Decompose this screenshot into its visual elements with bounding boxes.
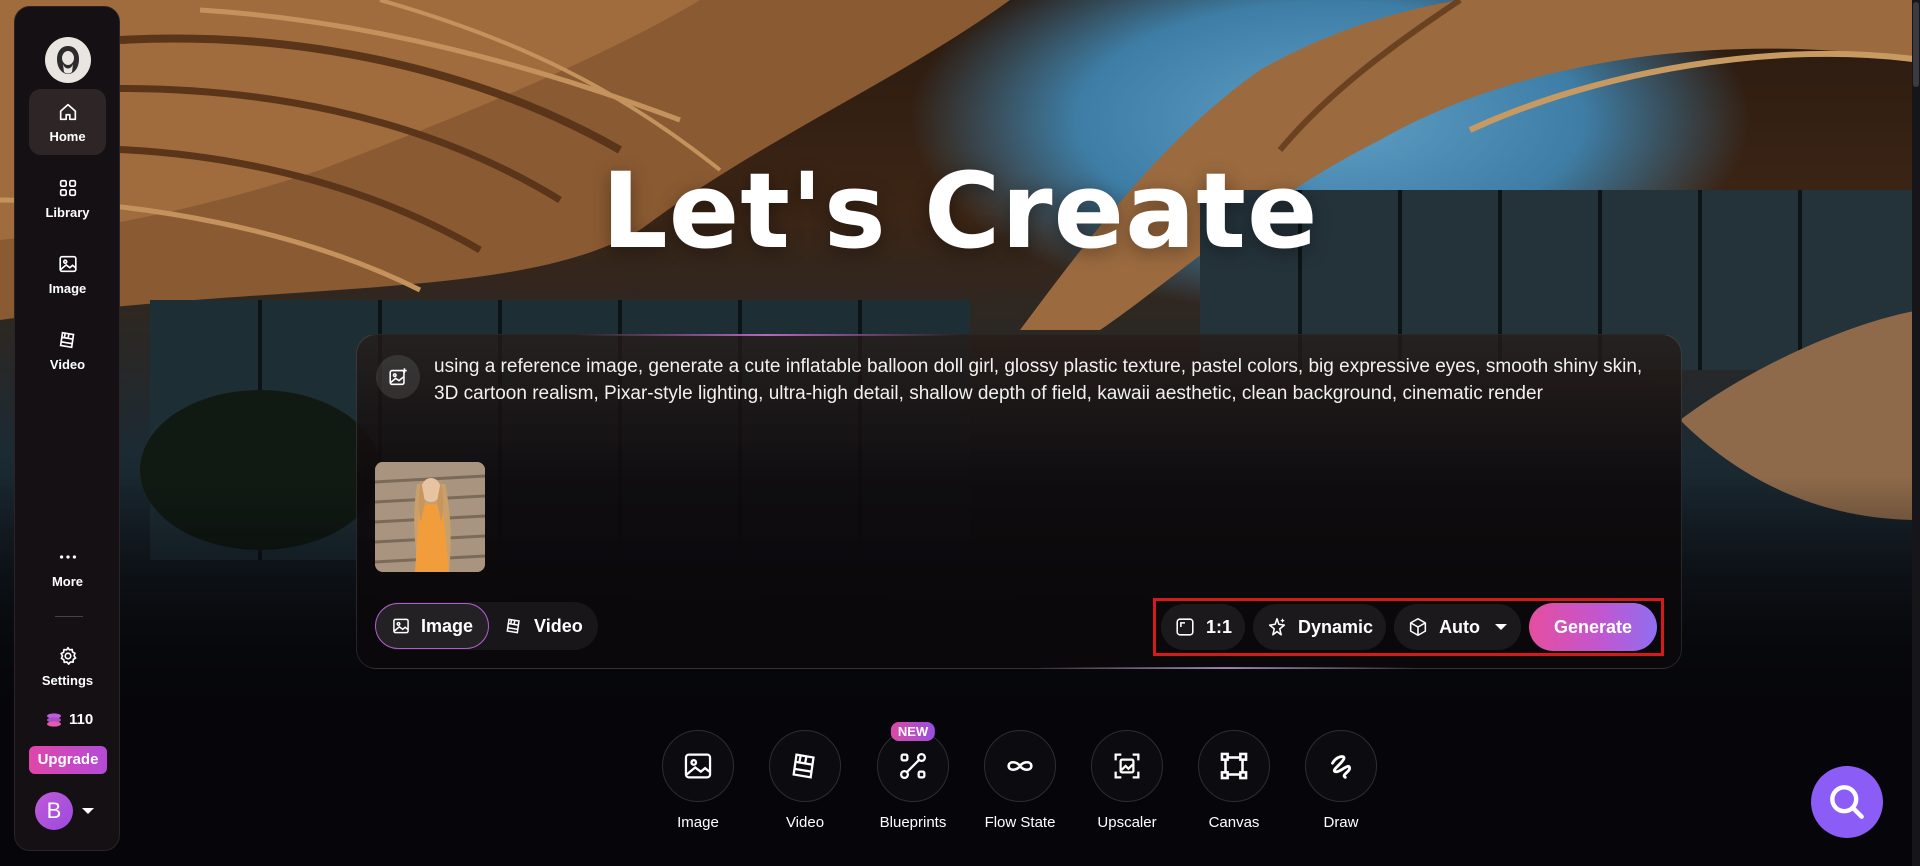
prompt-input[interactable]: using a reference image, generate a cute… [434, 353, 1664, 407]
sidebar-item-label: More [51, 573, 84, 589]
tool-video[interactable]: Video [750, 730, 860, 831]
sidebar-item-video[interactable]: Video [29, 317, 106, 383]
reference-image-thumbnail[interactable] [375, 462, 485, 572]
tool-flow-state-circle[interactable] [984, 730, 1056, 802]
caret-down-icon[interactable] [81, 806, 95, 816]
tool-label: Video [785, 814, 825, 831]
tool-label: Upscaler [1097, 814, 1157, 831]
page-scrollbar[interactable] [1912, 0, 1920, 866]
film-icon [59, 331, 74, 348]
search-fab-button[interactable] [1811, 766, 1883, 838]
image-icon [393, 618, 409, 634]
tool-label: Draw [1323, 814, 1359, 831]
composer-glow [577, 334, 957, 336]
sidebar-item-more[interactable]: More [29, 534, 106, 600]
tool-label: Blueprints [879, 814, 947, 831]
new-badge: NEW [890, 722, 936, 741]
style-button[interactable]: Dynamic [1253, 604, 1387, 650]
tool-label: Image [677, 814, 719, 831]
avatar[interactable]: B [35, 792, 73, 830]
blueprint-nodes-icon [899, 752, 927, 780]
tool-video-circle[interactable] [769, 730, 841, 802]
tool-draw[interactable]: Draw [1286, 730, 1396, 831]
wizard-logo-icon [49, 41, 87, 79]
credits-count: 110 [69, 711, 94, 728]
mode-video-label: Video [534, 615, 583, 636]
caret-down-icon [1495, 624, 1508, 630]
film-icon [506, 618, 520, 634]
film-icon [792, 753, 815, 779]
search-icon [1830, 785, 1864, 819]
aspect-ratio-icon [1176, 618, 1194, 636]
tool-draw-circle[interactable] [1305, 730, 1377, 802]
mode-image-button[interactable]: Image [375, 603, 490, 649]
sidebar-item-label: Image [48, 280, 87, 296]
sidebar: Home Library Image Video More Settings 1… [14, 6, 120, 851]
model-value: Auto [1439, 616, 1481, 637]
sidebar-item-label: Video [49, 356, 86, 372]
add-reference-image-button[interactable] [376, 355, 420, 399]
tool-upscaler-circle[interactable] [1091, 730, 1163, 802]
generate-button[interactable]: Generate [1529, 603, 1657, 651]
style-value: Dynamic [1298, 616, 1374, 637]
gear-icon [59, 646, 76, 665]
sidebar-item-home[interactable]: Home [29, 89, 106, 155]
scribble-draw-icon [1331, 755, 1351, 779]
image-add-icon [389, 368, 407, 386]
generation-controls-highlight: 1:1 Dynamic Auto Generate [1153, 598, 1664, 656]
sparkle-style-icon [1268, 617, 1286, 636]
page-title: Let's Create [601, 150, 1319, 272]
canvas-frame-icon [1220, 752, 1248, 780]
tool-canvas[interactable]: Canvas [1179, 730, 1289, 831]
app-logo[interactable] [45, 37, 91, 83]
cube-icon [1409, 617, 1427, 637]
image-icon [684, 753, 712, 779]
tool-image-circle[interactable] [662, 730, 734, 802]
model-select[interactable]: Auto [1394, 604, 1522, 650]
tool-label: Canvas [1208, 814, 1260, 831]
account-menu[interactable]: B [35, 792, 95, 830]
infinity-icon [1007, 761, 1033, 771]
tool-flow-state[interactable]: Flow State [965, 730, 1075, 831]
tool-upscaler[interactable]: Upscaler [1072, 730, 1182, 831]
aspect-ratio-value: 1:1 [1206, 616, 1233, 637]
sidebar-item-label: Settings [41, 672, 94, 688]
more-dots-icon [59, 554, 76, 559]
upgrade-button[interactable]: Upgrade [29, 746, 107, 774]
mode-video-button[interactable]: Video [489, 603, 598, 649]
tool-canvas-circle[interactable] [1198, 730, 1270, 802]
home-icon [59, 103, 76, 120]
tool-label: Flow State [984, 814, 1056, 831]
mode-image-label: Image [421, 615, 474, 636]
upscale-icon [1114, 753, 1140, 779]
aspect-ratio-button[interactable]: 1:1 [1161, 604, 1246, 650]
prompt-composer: using a reference image, generate a cute… [356, 334, 1682, 669]
mode-toggle: Image Video [375, 602, 598, 650]
scrollbar-thumb[interactable] [1913, 2, 1919, 87]
tool-blueprints[interactable]: NEW Blueprints [858, 722, 968, 831]
sidebar-item-label: Home [49, 128, 86, 144]
credits-balance[interactable]: 110 [45, 711, 93, 728]
reference-photo [375, 462, 485, 572]
sidebar-item-settings[interactable]: Settings [29, 633, 106, 699]
coins-icon [47, 712, 61, 727]
tool-image[interactable]: Image [643, 730, 753, 831]
composer-glow [1037, 667, 1417, 669]
sidebar-divider [55, 616, 83, 617]
